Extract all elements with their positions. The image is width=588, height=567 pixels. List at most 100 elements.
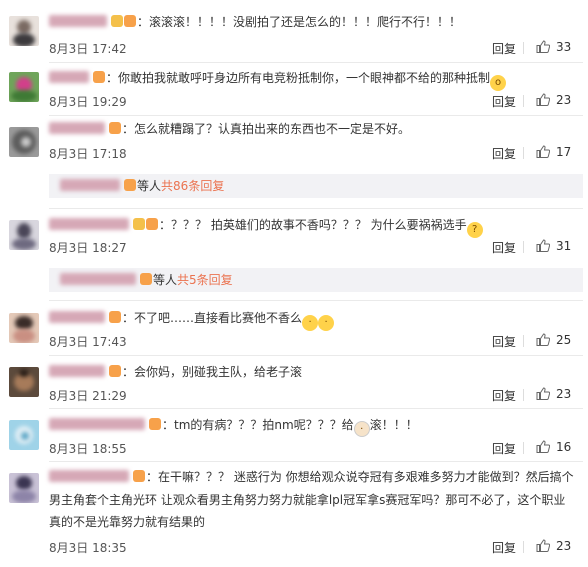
comment-timestamp: 8月3日 17:42	[49, 42, 127, 56]
member-badge-icon	[111, 15, 123, 27]
like-button[interactable]: 23	[536, 539, 571, 553]
divider	[523, 335, 524, 347]
reply-button[interactable]: 回复	[492, 145, 516, 162]
comment-text-line: 男主角套个主角光环 让观众看男主角努力努力就能拿lpl冠军拿s赛冠军吗？那可不必…	[49, 493, 566, 507]
thumbs-up-icon	[536, 387, 550, 400]
comment-text-line: ：？？？ 拍英雄们的故事不香吗？？？ 为什么要祸祸选手?	[49, 217, 483, 238]
comment-list: ：滚滚滚！！！！没剧拍了还是怎么的！！！爬行不行！！！ 8月3日 17:42 回…	[0, 0, 588, 567]
thumbs-up-icon	[536, 93, 550, 106]
username-blurred[interactable]	[49, 122, 105, 134]
comment-text-line: ：会你妈，别碰我主队，给老子滚	[49, 364, 302, 380]
thumbs-up-icon	[536, 239, 550, 252]
comment-timestamp: 8月3日 18:35	[49, 541, 127, 555]
row-divider	[49, 208, 583, 209]
username-blurred[interactable]	[49, 470, 129, 482]
comment-timestamp: 8月3日 17:43	[49, 335, 127, 349]
comment-text-line: ：怎么就糟蹋了？认真拍出来的东西也不一定是不好。	[49, 121, 410, 137]
comment-timestamp: 8月3日 19:29	[49, 95, 127, 109]
vip-badge-icon	[124, 179, 136, 191]
comment-text: 不了吧……直接看比赛他不香么	[134, 311, 303, 325]
vip-badge-icon	[146, 218, 158, 230]
like-button[interactable]: 23	[536, 93, 571, 107]
view-more-replies-link[interactable]: 共86条回复	[161, 179, 224, 193]
row-divider	[49, 408, 583, 409]
divider	[523, 95, 524, 107]
sweating-face-icon: ·	[302, 315, 319, 331]
reply-button[interactable]: 回复	[492, 40, 516, 57]
divider	[523, 147, 524, 159]
like-button[interactable]: 23	[536, 387, 571, 401]
avatar[interactable]	[9, 313, 39, 343]
username-blurred[interactable]	[49, 15, 107, 27]
username-blurred	[60, 273, 136, 285]
comment-timestamp: 8月3日 18:55	[49, 442, 127, 456]
like-count: 25	[556, 333, 572, 347]
avatar[interactable]	[9, 473, 39, 503]
surprised-face-icon: o	[490, 75, 507, 91]
vip-badge-icon	[124, 15, 136, 27]
avatar[interactable]	[9, 127, 39, 157]
vip-badge-icon	[93, 71, 105, 83]
divider	[523, 541, 524, 553]
avatar[interactable]	[9, 420, 39, 450]
vip-badge-icon	[140, 273, 152, 285]
vip-badge-icon	[109, 122, 121, 134]
comment-text-line: ：你敢拍我就敢呼吁身边所有电竞粉抵制你，一个眼神都不给的那种抵制 o	[49, 70, 507, 91]
row-divider	[49, 62, 583, 63]
like-count: 17	[556, 145, 572, 159]
like-count: 31	[556, 239, 572, 253]
divider	[523, 42, 524, 54]
comment-text-line: 真的不是光靠努力就有结果的	[49, 515, 206, 529]
username-blurred[interactable]	[49, 311, 105, 323]
like-button[interactable]: 25	[536, 333, 571, 347]
like-button[interactable]: 16	[536, 440, 571, 454]
angry-face-icon: ·	[353, 421, 370, 437]
comment-text-line: ：滚滚滚！！！！没剧拍了还是怎么的！！！爬行不行！！！	[49, 14, 461, 30]
avatar[interactable]	[9, 220, 39, 250]
username-blurred[interactable]	[49, 71, 89, 83]
username-blurred	[60, 179, 120, 191]
comment-text: 你敢拍我就敢呼吁身边所有电竞粉抵制你，一个眼神都不给的那种抵制	[118, 71, 491, 85]
like-count: 23	[556, 387, 572, 401]
thumbs-up-icon	[536, 145, 550, 158]
row-divider	[49, 300, 583, 301]
reply-button[interactable]: 回复	[492, 539, 516, 556]
sweating-face-icon: ·	[318, 315, 335, 331]
reply-button[interactable]: 回复	[492, 239, 516, 256]
divider	[523, 389, 524, 401]
like-button[interactable]: 17	[536, 145, 571, 159]
sub-replies-bar[interactable]: 等人共5条回复	[49, 268, 583, 292]
row-divider	[49, 115, 583, 116]
thumbs-up-icon	[536, 440, 550, 453]
thumbs-up-icon	[536, 539, 550, 552]
reply-button[interactable]: 回复	[492, 333, 516, 350]
comment-text: 会你妈，别碰我主队，给老子滚	[134, 365, 303, 379]
avatar[interactable]	[9, 72, 39, 102]
vip-badge-icon	[109, 365, 121, 377]
comment-timestamp: 8月3日 18:27	[49, 241, 127, 255]
row-divider	[49, 355, 583, 356]
username-blurred[interactable]	[49, 365, 105, 377]
like-count: 23	[556, 93, 572, 107]
avatar[interactable]	[9, 367, 39, 397]
username-blurred[interactable]	[49, 418, 145, 430]
sub-replies-bar[interactable]: 等人共86条回复	[49, 174, 583, 198]
reply-button[interactable]: 回复	[492, 93, 516, 110]
like-count: 23	[556, 539, 572, 553]
username-blurred[interactable]	[49, 218, 129, 230]
member-badge-icon	[133, 218, 145, 230]
like-button[interactable]: 33	[536, 40, 571, 54]
reply-button[interactable]: 回复	[492, 440, 516, 457]
comment-timestamp: 8月3日 21:29	[49, 389, 127, 403]
view-more-replies-link[interactable]: 共5条回复	[177, 273, 233, 287]
avatar[interactable]	[9, 16, 39, 46]
comment-text-line: ：在干嘛？？？ 迷惑行为 你想给观众说夺冠有多艰难多努力才能做到？然后搞个	[49, 469, 574, 485]
comment-text: ？？？ 拍英雄们的故事不香吗？？？ 为什么要祸祸选手	[171, 218, 467, 232]
thumbs-up-icon	[536, 40, 550, 53]
like-button[interactable]: 31	[536, 239, 571, 253]
reply-button[interactable]: 回复	[492, 387, 516, 404]
vip-badge-icon	[109, 311, 121, 323]
comment-text: tm的有病？？？拍nm呢？？？给	[174, 418, 354, 432]
comment-text: 滚滚滚！！！！没剧拍了还是怎么的！！！爬行不行！！！	[149, 15, 462, 29]
like-count: 33	[556, 40, 572, 54]
